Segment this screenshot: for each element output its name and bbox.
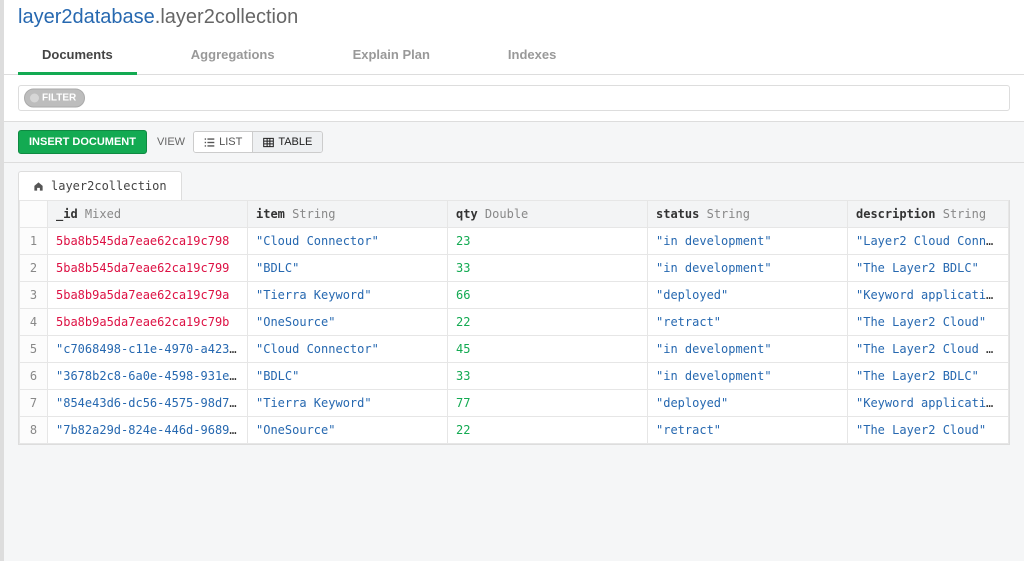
home-icon bbox=[33, 180, 44, 193]
table-row[interactable]: 15ba8b545da7eae62ca19c798"Cloud Connecto… bbox=[20, 228, 1009, 255]
cell-description[interactable]: "Layer2 Cloud Connector" bbox=[848, 228, 1009, 255]
view-toggle: LIST TABLE bbox=[193, 131, 323, 153]
cell-qty[interactable]: 77 bbox=[448, 390, 648, 417]
document-table: _id Mixed item String qty Double statu bbox=[18, 200, 1010, 445]
cell-item[interactable]: "Tierra Keyword" bbox=[248, 390, 448, 417]
cell-item[interactable]: "BDLC" bbox=[248, 255, 448, 282]
cell-qty[interactable]: 33 bbox=[448, 255, 648, 282]
cell-item[interactable]: "OneSource" bbox=[248, 417, 448, 444]
cell-id[interactable]: "7b82a29d-824e-446d-9689-7b7cc2 bbox=[48, 417, 248, 444]
cell-description[interactable]: "The Layer2 Cloud Connector" bbox=[848, 336, 1009, 363]
table-row[interactable]: 25ba8b545da7eae62ca19c799"BDLC"33"in dev… bbox=[20, 255, 1009, 282]
table-row[interactable]: 8"7b82a29d-824e-446d-9689-7b7cc2"OneSour… bbox=[20, 417, 1009, 444]
cell-status[interactable]: "retract" bbox=[648, 417, 848, 444]
cell-id[interactable]: 5ba8b545da7eae62ca19c799 bbox=[48, 255, 248, 282]
insert-document-button[interactable]: INSERT DOCUMENT bbox=[18, 130, 147, 154]
table-row[interactable]: 6"3678b2c8-6a0e-4598-931e-7f5e0e"BDLC"33… bbox=[20, 363, 1009, 390]
row-number: 4 bbox=[20, 309, 48, 336]
cell-status[interactable]: "in development" bbox=[648, 336, 848, 363]
cell-id[interactable]: 5ba8b9a5da7eae62ca19c79a bbox=[48, 282, 248, 309]
list-icon bbox=[204, 137, 215, 148]
filter-input[interactable] bbox=[18, 85, 1010, 111]
cell-item[interactable]: "Tierra Keyword" bbox=[248, 282, 448, 309]
column-header-qty[interactable]: qty Double bbox=[448, 201, 648, 228]
row-number: 8 bbox=[20, 417, 48, 444]
row-number: 1 bbox=[20, 228, 48, 255]
view-table-button[interactable]: TABLE bbox=[253, 132, 322, 152]
collection-tab[interactable]: layer2collection bbox=[18, 171, 182, 200]
collection-name: layer2collection bbox=[160, 6, 298, 28]
tab-indexes[interactable]: Indexes bbox=[484, 37, 580, 75]
cell-item[interactable]: "Cloud Connector" bbox=[248, 228, 448, 255]
breadcrumb: layer2database.layer2collection bbox=[4, 0, 1024, 37]
table-icon bbox=[263, 137, 274, 148]
table-row[interactable]: 7"854e43d6-dc56-4575-98d7-dc1056"Tierra … bbox=[20, 390, 1009, 417]
cell-item[interactable]: "OneSource" bbox=[248, 309, 448, 336]
cell-status[interactable]: "in development" bbox=[648, 228, 848, 255]
filter-pill-label: FILTER bbox=[42, 93, 76, 104]
view-label: VIEW bbox=[157, 136, 185, 148]
filter-reset-pill[interactable]: FILTER bbox=[24, 89, 85, 108]
column-header-description[interactable]: description String bbox=[848, 201, 1009, 228]
cell-description[interactable]: "Keyword application from La" bbox=[848, 282, 1009, 309]
column-header-status[interactable]: status String bbox=[648, 201, 848, 228]
cell-qty[interactable]: 45 bbox=[448, 336, 648, 363]
cell-description[interactable]: "The Layer2 BDLC" bbox=[848, 363, 1009, 390]
row-number: 5 bbox=[20, 336, 48, 363]
cell-description[interactable]: "The Layer2 Cloud" bbox=[848, 309, 1009, 336]
tab-bar: Documents Aggregations Explain Plan Inde… bbox=[4, 37, 1024, 75]
table-row[interactable]: 45ba8b9a5da7eae62ca19c79b"OneSource"22"r… bbox=[20, 309, 1009, 336]
cell-qty[interactable]: 23 bbox=[448, 228, 648, 255]
table-row[interactable]: 5"c7068498-c11e-4970-a423-9334ef"Cloud C… bbox=[20, 336, 1009, 363]
tab-explain-plan[interactable]: Explain Plan bbox=[329, 37, 454, 75]
cell-description[interactable]: "Keyword application from La" bbox=[848, 390, 1009, 417]
view-table-label: TABLE bbox=[278, 136, 312, 148]
table-row[interactable]: 35ba8b9a5da7eae62ca19c79a"Tierra Keyword… bbox=[20, 282, 1009, 309]
cell-qty[interactable]: 22 bbox=[448, 309, 648, 336]
cell-status[interactable]: "retract" bbox=[648, 309, 848, 336]
reset-icon bbox=[30, 94, 39, 103]
collection-tab-label: layer2collection bbox=[51, 179, 167, 193]
view-list-label: LIST bbox=[219, 136, 242, 148]
column-header-item[interactable]: item String bbox=[248, 201, 448, 228]
cell-status[interactable]: "in development" bbox=[648, 255, 848, 282]
cell-item[interactable]: "BDLC" bbox=[248, 363, 448, 390]
column-header-id[interactable]: _id Mixed bbox=[48, 201, 248, 228]
cell-description[interactable]: "The Layer2 Cloud" bbox=[848, 417, 1009, 444]
row-number: 6 bbox=[20, 363, 48, 390]
cell-description[interactable]: "The Layer2 BDLC" bbox=[848, 255, 1009, 282]
cell-status[interactable]: "deployed" bbox=[648, 390, 848, 417]
row-number: 7 bbox=[20, 390, 48, 417]
cell-id[interactable]: "3678b2c8-6a0e-4598-931e-7f5e0e bbox=[48, 363, 248, 390]
view-list-button[interactable]: LIST bbox=[194, 132, 253, 152]
row-number: 3 bbox=[20, 282, 48, 309]
cell-status[interactable]: "in development" bbox=[648, 363, 848, 390]
column-header-rownum bbox=[20, 201, 48, 228]
tab-aggregations[interactable]: Aggregations bbox=[167, 37, 299, 75]
cell-qty[interactable]: 66 bbox=[448, 282, 648, 309]
database-link[interactable]: layer2database bbox=[18, 6, 155, 28]
cell-id[interactable]: "c7068498-c11e-4970-a423-9334ef bbox=[48, 336, 248, 363]
cell-id[interactable]: 5ba8b545da7eae62ca19c798 bbox=[48, 228, 248, 255]
row-number: 2 bbox=[20, 255, 48, 282]
cell-status[interactable]: "deployed" bbox=[648, 282, 848, 309]
cell-qty[interactable]: 22 bbox=[448, 417, 648, 444]
cell-id[interactable]: 5ba8b9a5da7eae62ca19c79b bbox=[48, 309, 248, 336]
cell-qty[interactable]: 33 bbox=[448, 363, 648, 390]
cell-id[interactable]: "854e43d6-dc56-4575-98d7-dc1056 bbox=[48, 390, 248, 417]
tab-documents[interactable]: Documents bbox=[18, 37, 137, 75]
cell-item[interactable]: "Cloud Connector" bbox=[248, 336, 448, 363]
